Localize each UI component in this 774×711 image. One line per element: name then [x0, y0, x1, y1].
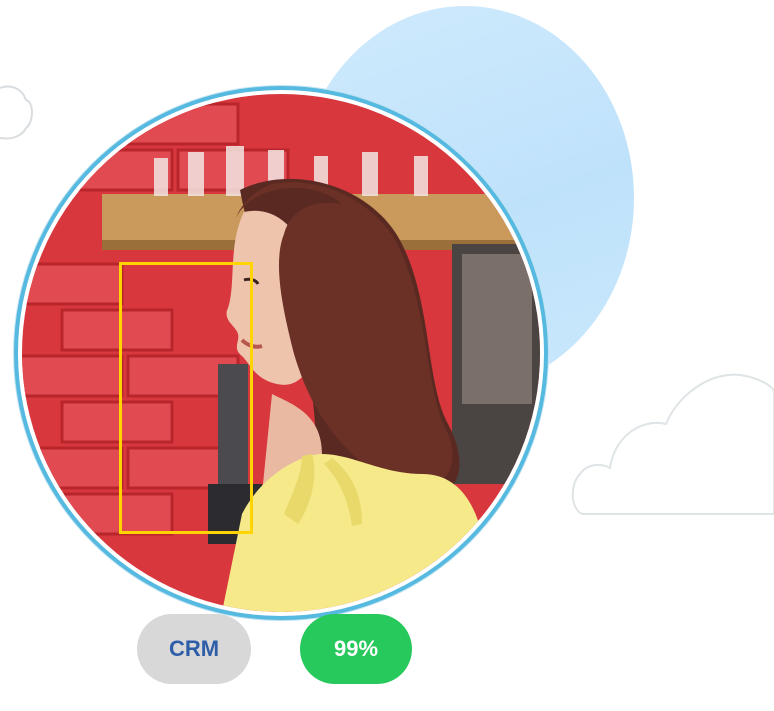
face-detection-box — [119, 262, 253, 534]
portrait-photo — [22, 94, 540, 612]
face-detection-illustration: CRM 99% — [0, 0, 774, 711]
confidence-score-badge: 99% — [300, 614, 412, 684]
cloud-icon-left — [0, 85, 33, 140]
cloud-icon-right — [571, 373, 774, 515]
category-badge: CRM — [137, 614, 251, 684]
